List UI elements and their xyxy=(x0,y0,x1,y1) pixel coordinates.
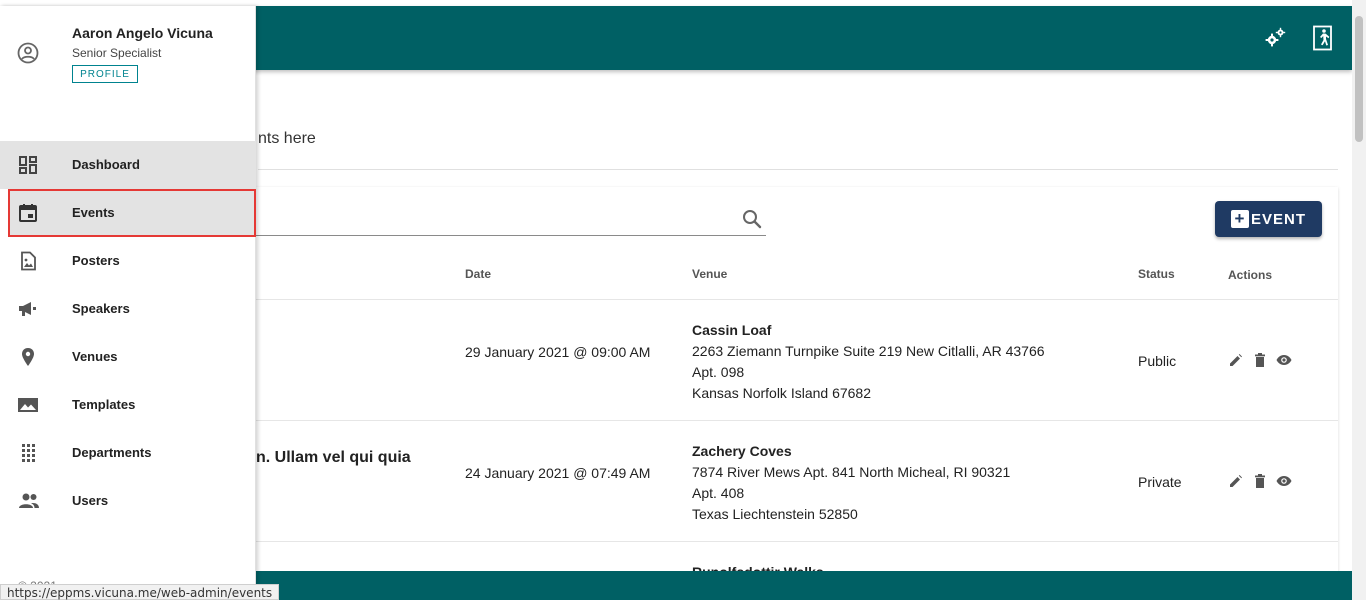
venue-region: Texas Liechtenstein 52850 xyxy=(692,506,858,522)
vertical-scrollbar[interactable] xyxy=(1352,0,1366,600)
venue-apt: Apt. 408 xyxy=(692,485,745,501)
event-date: 24 January 2021 @ 07:49 AM xyxy=(465,465,651,481)
column-header-date[interactable]: Date xyxy=(465,267,491,281)
divider xyxy=(258,169,1338,170)
search-input[interactable] xyxy=(256,235,766,236)
row-actions xyxy=(1228,473,1292,489)
sidebar-item-users[interactable]: Users xyxy=(0,477,256,525)
row-divider xyxy=(232,541,1338,542)
delete-icon[interactable] xyxy=(1252,473,1268,489)
sidebar-item-label: Dashboard xyxy=(72,157,140,172)
location-pin-icon xyxy=(18,347,38,367)
status-bar-url: https://eppms.vicuna.me/web-admin/events xyxy=(0,584,280,600)
user-name: Aaron Angelo Vicuna xyxy=(72,25,213,41)
appbar-actions xyxy=(1262,24,1336,52)
column-header-venue[interactable]: Venue xyxy=(692,267,727,281)
event-venue: Zachery Coves 7874 River Mews Apt. 841 N… xyxy=(692,441,1010,525)
scrollbar-thumb[interactable] xyxy=(1355,16,1363,142)
sidebar-item-label: Templates xyxy=(72,397,136,412)
venue-region: Kansas Norfolk Island 67682 xyxy=(692,385,871,401)
sidebar-item-venues[interactable]: Venues xyxy=(0,333,256,381)
edit-icon[interactable] xyxy=(1228,473,1244,489)
people-icon xyxy=(18,491,39,511)
sidebar-item-events[interactable]: Events xyxy=(8,189,256,237)
column-header-status[interactable]: Status xyxy=(1138,267,1175,281)
sidebar-item-templates[interactable]: Templates xyxy=(0,381,256,429)
gears-icon[interactable] xyxy=(1262,24,1288,52)
dashboard-icon xyxy=(18,155,38,175)
edit-icon[interactable] xyxy=(1228,352,1244,368)
sidebar-item-label: Speakers xyxy=(72,301,130,316)
column-header-actions: Actions xyxy=(1228,268,1273,282)
event-date: 29 January 2021 @ 09:00 AM xyxy=(465,344,651,360)
building-icon xyxy=(18,443,38,463)
add-event-label: EVENT xyxy=(1250,210,1306,228)
sidebar-item-departments[interactable]: Departments xyxy=(0,429,256,477)
megaphone-icon xyxy=(18,299,38,319)
user-role: Senior Specialist xyxy=(72,46,162,60)
sidebar-item-dashboard[interactable]: Dashboard xyxy=(0,141,256,189)
sidebar-nav: Dashboard Events Posters Speakers Venues xyxy=(0,141,256,525)
event-venue: Cassin Loaf 2263 Ziemann Turnpike Suite … xyxy=(692,320,1045,404)
landscape-image-icon xyxy=(18,395,38,415)
event-status: Public xyxy=(1138,353,1177,369)
sidebar-item-speakers[interactable]: Speakers xyxy=(0,285,256,333)
search-icon[interactable] xyxy=(740,207,764,231)
venue-address: 7874 River Mews Apt. 841 North Micheal, … xyxy=(692,464,1011,480)
view-icon[interactable] xyxy=(1276,473,1292,489)
event-status: Private xyxy=(1138,474,1182,490)
account-circle-icon xyxy=(17,42,39,64)
venue-address: 2263 Ziemann Turnpike Suite 219 New Citl… xyxy=(692,343,1045,359)
profile-button[interactable]: PROFILE xyxy=(72,65,138,83)
sidebar-item-label: Departments xyxy=(72,445,152,460)
sidebar-item-posters[interactable]: Posters xyxy=(0,237,256,285)
sidebar-item-label: Posters xyxy=(72,253,120,268)
navigation-drawer: Aaron Angelo Vicuna Senior Specialist PR… xyxy=(0,6,256,600)
calendar-icon xyxy=(18,203,38,223)
row-divider xyxy=(232,299,1338,300)
row-divider xyxy=(232,420,1338,421)
sidebar-item-label: Venues xyxy=(72,349,118,364)
venue-name: Zachery Coves xyxy=(692,443,792,459)
add-event-button[interactable]: + EVENT xyxy=(1215,201,1322,237)
exit-door-icon[interactable] xyxy=(1310,24,1336,52)
view-icon[interactable] xyxy=(1276,352,1292,368)
venue-apt: Apt. 098 xyxy=(692,364,745,380)
events-table-card: + EVENT Date Venue Status Actions 29 Jan… xyxy=(232,187,1338,587)
row-actions xyxy=(1228,352,1292,368)
page-subtitle: nts here xyxy=(258,130,316,147)
poster-image-icon xyxy=(18,251,38,271)
sidebar-item-label: Users xyxy=(72,493,109,508)
plus-icon: + xyxy=(1230,210,1249,228)
event-title[interactable]: n. Ullam vel qui quia xyxy=(256,449,411,467)
delete-icon[interactable] xyxy=(1252,352,1268,368)
venue-name: Cassin Loaf xyxy=(692,322,772,338)
sidebar-item-label: Events xyxy=(72,205,115,220)
